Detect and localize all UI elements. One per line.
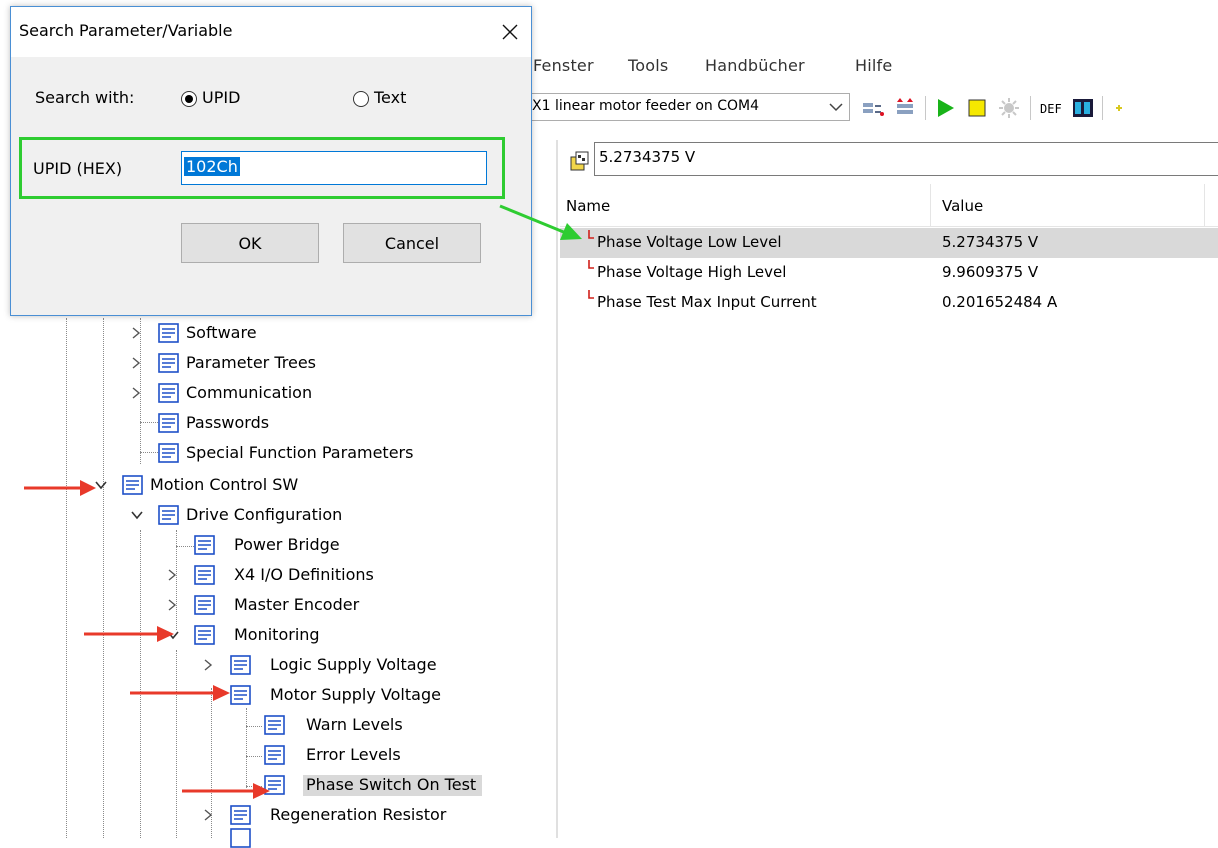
tree-item-label: Passwords [186, 413, 270, 432]
search-dialog: Search Parameter/Variable Search with: U… [10, 6, 532, 316]
grid-cell-value: 0.201652484 A [942, 293, 1058, 311]
tree-item-label: Warn Levels [306, 715, 403, 734]
tree-item-label: Parameter Trees [186, 353, 316, 372]
grid-cell-value: 9.9609375 V [942, 263, 1039, 281]
value-input[interactable]: 5.2734375 V [594, 142, 1218, 176]
parameter-mark-icon [588, 260, 594, 269]
parameter-group-icon [158, 413, 179, 433]
grid-cell-name: Phase Voltage High Level [597, 263, 787, 281]
chevron-right-icon[interactable] [130, 386, 142, 400]
chevron-right-icon[interactable] [130, 356, 142, 370]
parameter-group-icon [122, 475, 143, 495]
sparkle-icon[interactable] [1108, 94, 1134, 122]
chevron-down-icon[interactable] [130, 508, 144, 522]
parameter-group-icon [230, 655, 251, 675]
stop-icon[interactable] [964, 94, 990, 122]
tree-item-label: Phase Switch On Test [303, 775, 483, 796]
tree-item-label: Logic Supply Voltage [270, 655, 437, 674]
grid-cell-name: Phase Voltage Low Level [597, 233, 782, 251]
cancel-button[interactable]: Cancel [343, 223, 481, 263]
chevron-down-icon [829, 103, 843, 112]
parameter-group-icon [230, 828, 251, 848]
tree-item-label: Communication [186, 383, 313, 402]
tree-item-label: Drive Configuration [186, 505, 343, 524]
parameter-group-icon [230, 685, 251, 705]
upid-input-value: 102Ch [184, 157, 240, 176]
parameter-group-icon [158, 505, 179, 525]
tree-item-label: Special Function Parameters [186, 443, 414, 462]
transfer-icon[interactable] [892, 94, 918, 122]
upid-label: UPID (HEX) [33, 159, 123, 178]
parameter-group-icon [194, 595, 215, 615]
menu-fenster[interactable]: Fenster [533, 56, 594, 75]
toolbar: X1 linear motor feeder on COM4 DEF [530, 88, 1218, 130]
grid-header: Name Value [560, 184, 1218, 227]
radio-text-label[interactable]: Text [374, 88, 406, 107]
tree-item-label: Monitoring [234, 625, 320, 644]
grid-cell-name: Phase Test Max Input Current [597, 293, 817, 311]
device-selector-value: X1 linear motor feeder on COM4 [532, 98, 759, 114]
parameter-group-icon [158, 443, 179, 463]
parameter-mark-icon [588, 290, 594, 299]
chevron-right-icon[interactable] [202, 658, 214, 672]
radio-upid-label[interactable]: UPID [202, 88, 240, 107]
grid-row[interactable]: Phase Test Max Input Current 0.201652484… [560, 288, 1218, 318]
column-header-name[interactable]: Name [566, 197, 610, 215]
tree-item-label: Error Levels [306, 745, 401, 764]
parameter-group-icon [194, 535, 215, 555]
upid-input[interactable]: 102Ch [181, 151, 487, 185]
tree-item-label: Motor Supply Voltage [270, 685, 441, 704]
chevron-right-icon[interactable] [166, 568, 178, 582]
parameter-group-icon [264, 715, 285, 735]
tree-item-label: Power Bridge [234, 535, 340, 554]
connect-icon[interactable] [860, 94, 886, 122]
chevron-right-icon[interactable] [130, 326, 142, 340]
grid-cell-value: 5.2734375 V [942, 233, 1039, 251]
dialog-title-bar[interactable]: Search Parameter/Variable [11, 7, 531, 57]
chevron-down-icon[interactable] [94, 478, 108, 492]
parameter-group-icon [158, 383, 179, 403]
parameter-tree: Software Parameter Trees Communication P… [0, 318, 556, 848]
value-editor: 5.2734375 V [560, 140, 1218, 184]
menu-handbuecher[interactable]: Handbücher [705, 56, 805, 75]
parameter-group-icon [194, 625, 215, 645]
parameter-group-icon [230, 805, 251, 825]
chevron-right-icon[interactable] [166, 598, 178, 612]
close-icon[interactable] [495, 17, 525, 47]
tree-item-label: Regeneration Resistor [270, 805, 447, 824]
chevron-right-icon[interactable] [202, 808, 214, 822]
defaults-button[interactable]: DEF [1040, 102, 1062, 116]
dialog-title: Search Parameter/Variable [19, 21, 233, 40]
play-icon[interactable] [932, 94, 958, 122]
parameter-group-icon [158, 323, 179, 343]
radio-upid[interactable] [181, 91, 197, 107]
chevron-down-icon[interactable] [166, 628, 180, 642]
tree-item-label: Master Encoder [234, 595, 360, 614]
menu-hilfe[interactable]: Hilfe [855, 56, 892, 75]
device-selector[interactable]: X1 linear motor feeder on COM4 [530, 93, 850, 121]
search-with-label: Search with: [35, 88, 135, 107]
parameter-group-icon [264, 745, 285, 765]
column-header-value[interactable]: Value [942, 197, 983, 215]
grid-row[interactable]: Phase Voltage Low Level 5.2734375 V [560, 228, 1218, 258]
menu-tools[interactable]: Tools [628, 56, 668, 75]
tree-item-label: X4 I/O Definitions [234, 565, 374, 584]
panel-icon[interactable] [1070, 94, 1096, 122]
parameter-group-icon [194, 565, 215, 585]
tree-item-label: Software [186, 323, 257, 342]
tree-item-label: Motion Control SW [150, 475, 299, 494]
parameter-mark-icon [588, 230, 594, 239]
ok-button[interactable]: OK [181, 223, 319, 263]
reset-icon[interactable] [996, 94, 1022, 122]
parameter-value-icon [570, 151, 589, 171]
parameter-group-icon [158, 353, 179, 373]
parameter-group-icon [264, 775, 285, 795]
pane-splitter[interactable] [556, 140, 558, 838]
value-input-text: 5.2734375 V [599, 148, 696, 166]
radio-text[interactable] [353, 91, 369, 107]
grid-row[interactable]: Phase Voltage High Level 9.9609375 V [560, 258, 1218, 288]
